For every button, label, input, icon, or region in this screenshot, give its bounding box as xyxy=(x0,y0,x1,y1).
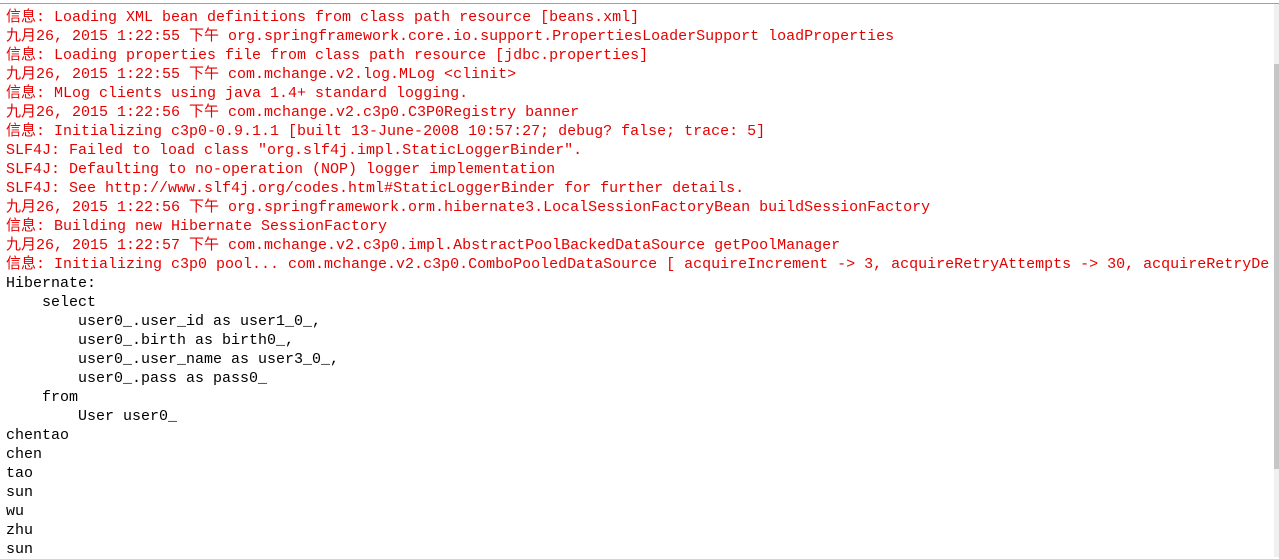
console-line: 九月26, 2015 1:22:55 下午 com.mchange.v2.log… xyxy=(6,66,517,83)
console-line: sun xyxy=(6,541,34,558)
console-line: select xyxy=(6,294,97,311)
console-line: SLF4J: Defaulting to no-operation (NOP) … xyxy=(6,161,556,178)
console-line: 九月26, 2015 1:22:56 下午 com.mchange.v2.c3p… xyxy=(6,104,580,121)
console-line: zhu xyxy=(6,522,34,539)
console-line: user0_.pass as pass0_ xyxy=(6,370,277,387)
console-line: 信息: Initializing c3p0-0.9.1.1 [built 13-… xyxy=(6,123,766,140)
console-top-border xyxy=(0,3,1279,4)
console-line: user0_.user_name as user3_0_, xyxy=(6,351,340,368)
console-line: 九月26, 2015 1:22:57 下午 com.mchange.v2.c3p… xyxy=(6,237,841,254)
console-line: user0_.birth as birth0_, xyxy=(6,332,295,349)
console-line: User user0_ xyxy=(6,408,178,425)
console-line: 九月26, 2015 1:22:55 下午 org.springframewor… xyxy=(6,28,895,45)
console-line: wu xyxy=(6,503,25,520)
console-line: Hibernate: xyxy=(6,275,106,292)
console-line: 信息: Building new Hibernate SessionFactor… xyxy=(6,218,388,235)
console-output[interactable]: 信息: Loading XML bean definitions from cl… xyxy=(6,8,1271,559)
console-line: sun xyxy=(6,484,34,501)
console-line: SLF4J: See http://www.slf4j.org/codes.ht… xyxy=(6,180,745,197)
console-line: 信息: Initializing c3p0 pool... com.mchang… xyxy=(6,256,1271,273)
console-line: 信息: Loading properties file from class p… xyxy=(6,47,649,64)
console-line: SLF4J: Failed to load class "org.slf4j.i… xyxy=(6,142,583,159)
console-line: user0_.user_id as user1_0_, xyxy=(6,313,322,330)
vertical-scrollbar[interactable] xyxy=(1274,4,1279,557)
scrollbar-thumb[interactable] xyxy=(1274,64,1279,469)
console-line: from xyxy=(6,389,79,406)
console-line: 信息: MLog clients using java 1.4+ standar… xyxy=(6,85,469,102)
console-line: tao xyxy=(6,465,34,482)
console-line: 信息: Loading XML bean definitions from cl… xyxy=(6,9,640,26)
console-line: chentao xyxy=(6,427,70,444)
console-line: chen xyxy=(6,446,43,463)
console-line: 九月26, 2015 1:22:56 下午 org.springframewor… xyxy=(6,199,931,216)
